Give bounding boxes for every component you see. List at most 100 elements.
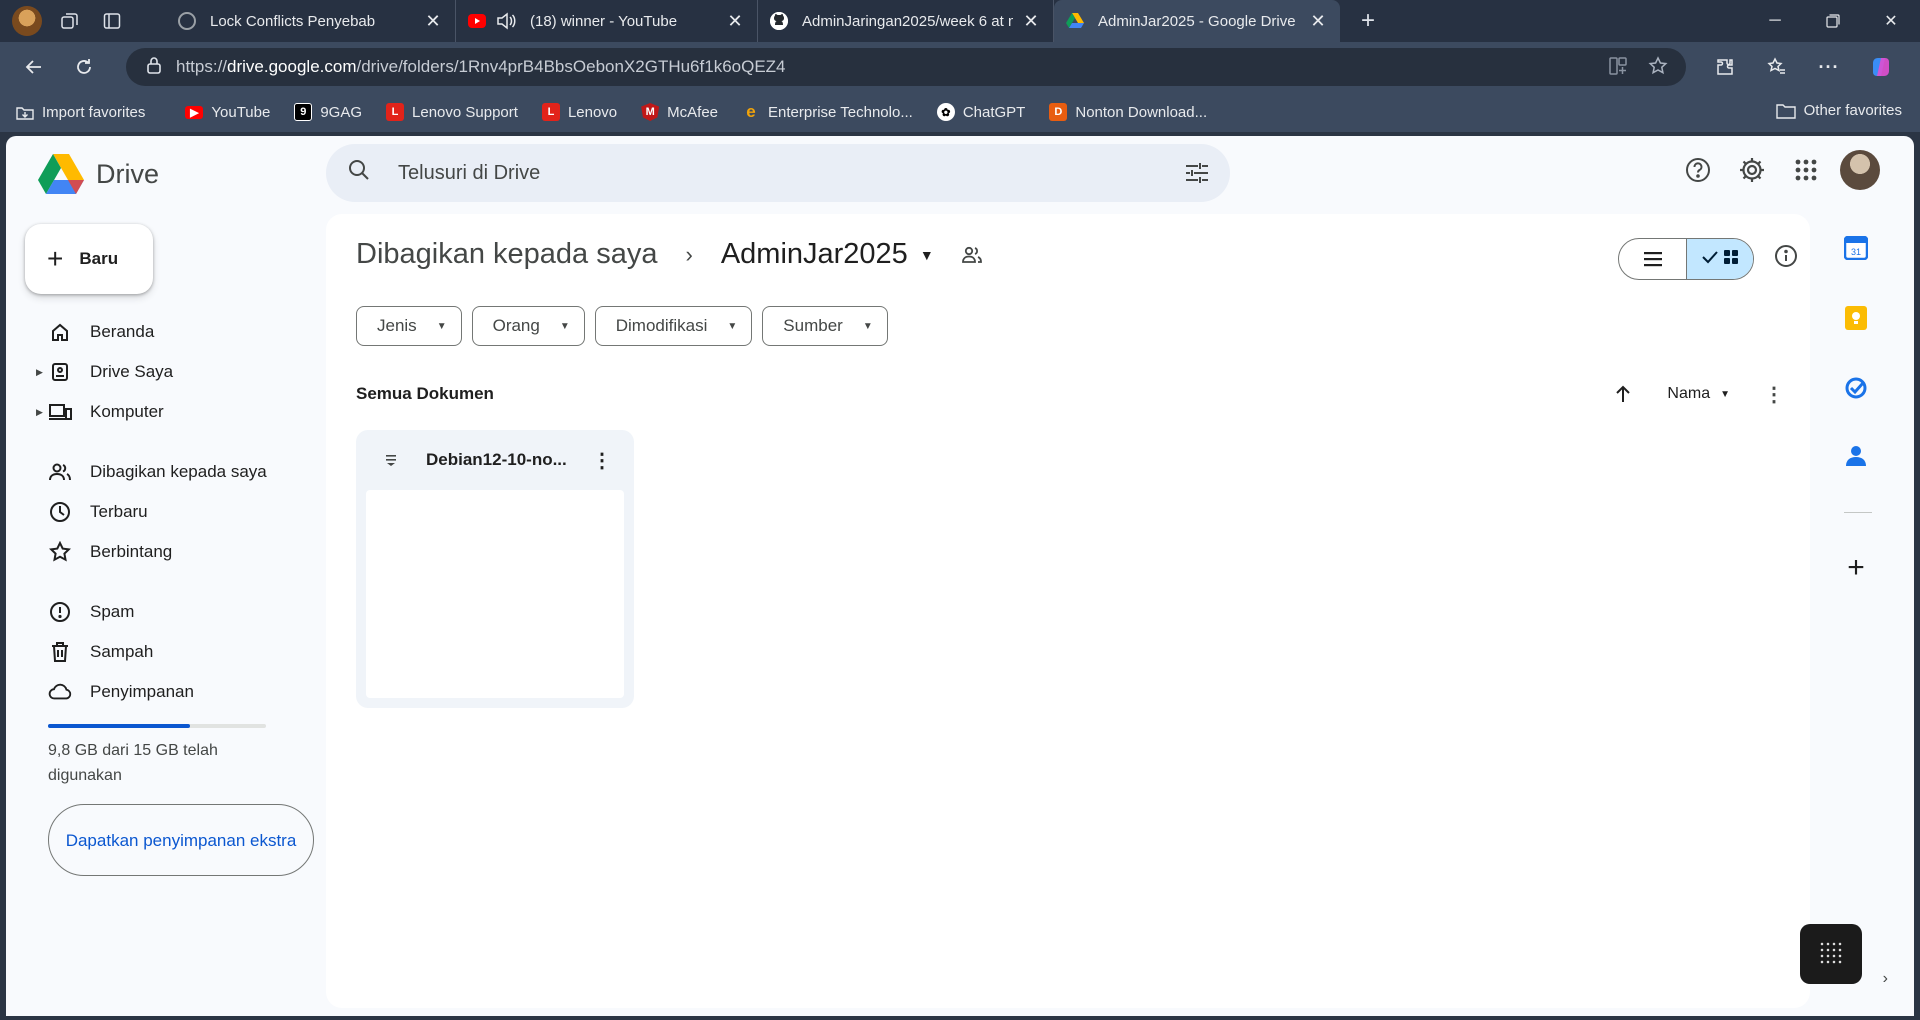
browser-tab[interactable]: AdminJaringan2025/week 6 at ma ✕ — [758, 0, 1054, 42]
folder-dropdown-icon[interactable]: ▼ — [920, 247, 934, 263]
file-lines-icon — [382, 453, 400, 467]
browser-tab[interactable]: (18) winner - YouTube ✕ — [456, 0, 758, 42]
favorite-item[interactable]: L Lenovo Support — [386, 103, 518, 121]
other-favorites-label: Other favorites — [1803, 102, 1902, 119]
sidebar-item-recent[interactable]: Terbaru — [6, 492, 326, 532]
favorite-item[interactable]: L Lenovo — [541, 103, 617, 121]
grid-view-button[interactable] — [1686, 239, 1753, 279]
sidebar-item-computers[interactable]: ▶ Komputer — [6, 392, 326, 432]
filter-modified-chip[interactable]: Dimodifikasi ▼ — [594, 306, 753, 346]
add-addon-icon[interactable]: + — [1842, 551, 1870, 584]
url-path: /drive/folders/1Rnv4prB4BbsOebonX2GTHu6f… — [356, 57, 786, 76]
close-tab-icon[interactable]: ✕ — [725, 11, 745, 32]
favorite-item[interactable]: Import favorites — [16, 103, 145, 121]
chevron-right-icon[interactable]: › — [1883, 970, 1888, 988]
favorite-item[interactable]: e Enterprise Technolo... — [742, 102, 913, 121]
drive-app: Drive Telusuri di Drive + Baru Beranda ▶… — [6, 136, 1914, 1016]
more-menu-icon[interactable]: ··· — [1810, 48, 1848, 86]
copilot-icon[interactable] — [1862, 48, 1900, 86]
sort-label: Nama — [1667, 385, 1711, 402]
browser-tab-active[interactable]: AdminJar2025 - Google Drive ✕ — [1054, 0, 1340, 42]
favorite-item[interactable]: D Nonton Download... — [1049, 103, 1207, 121]
app-name: Drive — [96, 158, 160, 189]
sidebar-nav: Beranda ▶ Drive Saya ▶ Komputer Dibagika… — [6, 312, 326, 712]
browser-profile-avatar[interactable] — [12, 6, 42, 36]
address-bar[interactable]: https://drive.google.com/drive/folders/1… — [126, 48, 1686, 86]
main-content: Dibagikan kepada saya › AdminJar2025 ▼ J… — [326, 214, 1810, 1008]
keep-icon[interactable] — [1842, 304, 1870, 332]
blackbox-widget[interactable] — [1800, 924, 1862, 984]
split-screen-icon[interactable] — [1608, 56, 1628, 81]
mcafee-icon: M — [641, 103, 660, 121]
browser-tab-strip: Lock Conflicts Penyebab ✕ (18) winner - … — [0, 0, 1920, 42]
restore-icon[interactable] — [1804, 0, 1862, 42]
breadcrumb-parent[interactable]: Dibagikan kepada saya — [356, 238, 657, 271]
favorite-item[interactable]: ▶ YouTube — [185, 104, 270, 121]
sidebar-item-storage[interactable]: Penyimpanan — [6, 672, 326, 712]
workspaces-icon[interactable] — [56, 7, 84, 35]
lock-icon[interactable] — [146, 56, 162, 79]
view-toggle — [1618, 238, 1754, 280]
favorites-icon[interactable] — [1758, 48, 1796, 86]
favorite-item[interactable]: 9 9GAG — [294, 103, 362, 121]
search-options-icon[interactable] — [1184, 160, 1210, 191]
drive-logo-icon — [38, 154, 84, 194]
speaker-icon[interactable] — [496, 12, 516, 30]
contacts-icon[interactable] — [1842, 442, 1870, 470]
extensions-icon[interactable] — [1706, 48, 1744, 86]
filter-type-chip[interactable]: Jenis ▼ — [356, 306, 462, 346]
file-name: Debian12-10-no... — [426, 450, 567, 469]
filter-source-chip[interactable]: Sumber ▼ — [762, 306, 888, 346]
more-options-icon[interactable]: ⋮ — [1754, 374, 1794, 414]
close-tab-icon[interactable]: ✕ — [1021, 11, 1041, 32]
get-more-storage-button[interactable]: Dapatkan penyimpanan ekstra — [48, 804, 314, 876]
sidebar-item-label: Spam — [90, 602, 135, 621]
file-more-options-icon[interactable]: ⋮ — [584, 442, 620, 478]
browser-tab[interactable]: Lock Conflicts Penyebab ✕ — [166, 0, 456, 42]
file-card[interactable]: Debian12-10-no... ⋮ — [356, 430, 634, 708]
sidebar-item-spam[interactable]: Spam — [6, 592, 326, 632]
favorite-item[interactable]: M McAfee — [641, 103, 718, 121]
sidebar-item-shared-with-me[interactable]: Dibagikan kepada saya — [6, 452, 326, 492]
expand-caret-icon[interactable]: ▶ — [36, 367, 43, 378]
settings-gear-icon[interactable] — [1732, 150, 1772, 190]
info-icon[interactable] — [1774, 244, 1798, 273]
tasks-icon[interactable] — [1842, 374, 1870, 402]
favorite-item[interactable]: ✿ ChatGPT — [936, 103, 1025, 121]
sidebar-item-starred[interactable]: Berbintang — [6, 532, 326, 572]
close-tab-icon[interactable]: ✕ — [423, 11, 443, 32]
new-button[interactable]: + Baru — [25, 224, 153, 294]
favorite-label: Nonton Download... — [1075, 103, 1208, 121]
sidebar-item-my-drive[interactable]: ▶ Drive Saya — [6, 352, 326, 392]
close-window-icon[interactable]: ✕ — [1862, 0, 1920, 42]
expand-caret-icon[interactable]: ▶ — [36, 407, 43, 418]
search-input[interactable]: Telusuri di Drive — [398, 162, 540, 185]
drive-logo[interactable]: Drive — [38, 154, 159, 194]
favorite-star-icon[interactable] — [1648, 56, 1668, 81]
tab-actions-icon[interactable] — [98, 7, 126, 35]
back-icon[interactable] — [14, 47, 54, 87]
other-favorites[interactable]: Other favorites — [1775, 102, 1902, 119]
list-view-icon[interactable] — [1619, 239, 1686, 279]
sidebar-item-trash[interactable]: Sampah — [6, 632, 326, 672]
sort-by-name-button[interactable]: Nama ▼ — [1667, 385, 1730, 403]
sidebar-item-home[interactable]: Beranda — [6, 312, 326, 352]
filter-people-chip[interactable]: Orang ▼ — [471, 306, 585, 346]
blackbox-logo-icon — [1819, 940, 1843, 965]
calendar-icon[interactable]: 31 — [1842, 234, 1870, 262]
new-tab-icon[interactable]: + — [1354, 7, 1382, 35]
sort-direction-arrow-icon[interactable] — [1603, 374, 1643, 414]
search-bar[interactable]: Telusuri di Drive — [326, 144, 1230, 202]
refresh-icon[interactable] — [64, 47, 104, 87]
minimize-icon[interactable]: ─ — [1746, 0, 1804, 42]
file-thumbnail[interactable] — [366, 490, 624, 698]
youtube-icon: ▶ — [185, 105, 204, 119]
close-tab-icon[interactable]: ✕ — [1308, 11, 1328, 32]
clock-icon — [48, 501, 72, 523]
shared-folder-icon[interactable] — [960, 245, 984, 265]
breadcrumb-current-folder[interactable]: AdminJar2025 — [721, 238, 908, 271]
help-icon[interactable] — [1678, 150, 1718, 190]
search-icon[interactable] — [348, 159, 374, 187]
favorite-label: Import favorites — [42, 103, 146, 121]
chip-label: Orang — [492, 316, 540, 335]
